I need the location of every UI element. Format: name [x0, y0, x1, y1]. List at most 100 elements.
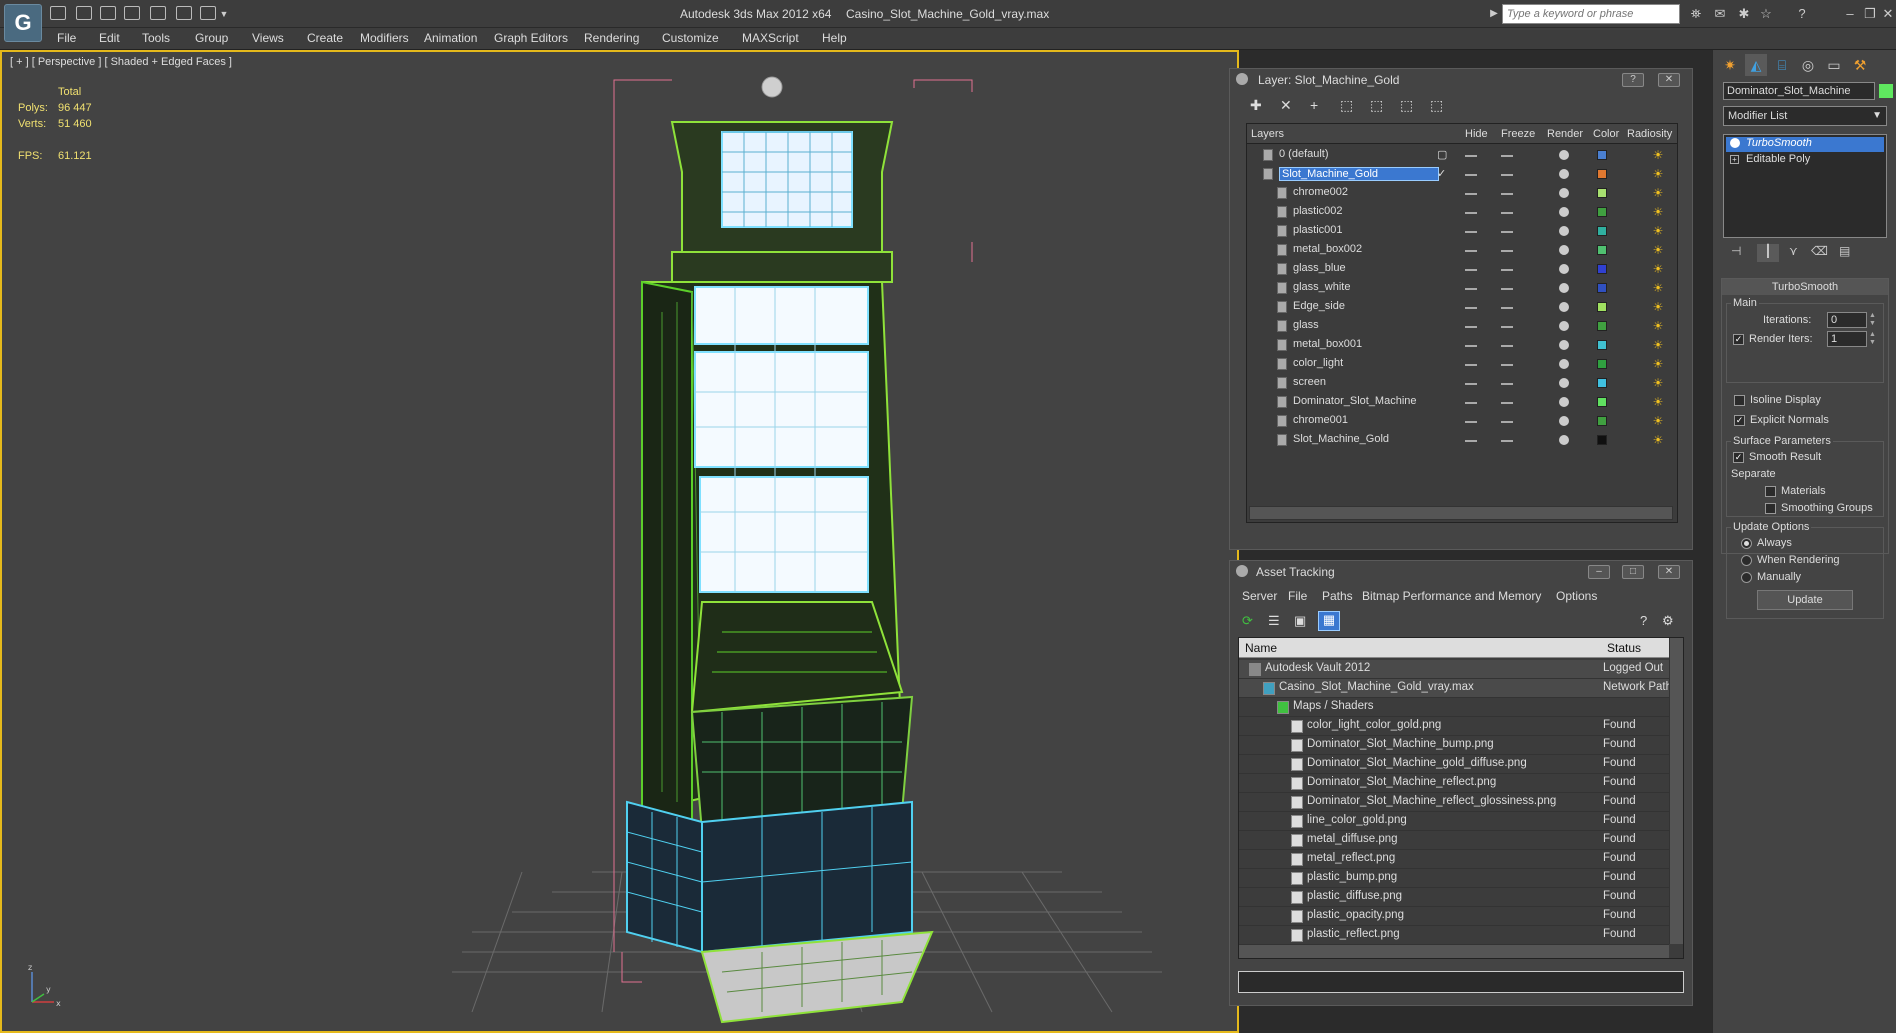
layer-close-icon[interactable]: ✕: [1658, 73, 1680, 87]
table-view-icon[interactable]: ▦: [1318, 611, 1340, 631]
render-teapot-icon[interactable]: [1559, 397, 1569, 407]
freeze-toggle[interactable]: [1501, 326, 1513, 328]
hide-toggle[interactable]: [1465, 307, 1477, 309]
asset-vertical-scrollbar[interactable]: [1669, 638, 1683, 944]
freeze-toggle[interactable]: [1501, 212, 1513, 214]
render-teapot-icon[interactable]: [1559, 378, 1569, 388]
render-teapot-icon[interactable]: [1559, 416, 1569, 426]
layer-color-swatch[interactable]: [1597, 302, 1607, 312]
radiosity-icon[interactable]: ☀: [1651, 338, 1665, 352]
radiosity-icon[interactable]: ☀: [1651, 243, 1665, 257]
layer-row[interactable]: chrome002 ☀: [1247, 184, 1677, 203]
layer-color-swatch[interactable]: [1597, 359, 1607, 369]
undo-icon[interactable]: [150, 6, 166, 20]
hide-toggle[interactable]: [1465, 250, 1477, 252]
layer-row[interactable]: Slot_Machine_Gold ☀ ✓: [1247, 165, 1677, 184]
freeze-toggle[interactable]: [1501, 402, 1513, 404]
favorites-icon[interactable]: ☆: [1758, 6, 1774, 22]
render-teapot-icon[interactable]: [1559, 359, 1569, 369]
minimize-icon[interactable]: –: [1842, 6, 1858, 22]
layer-color-swatch[interactable]: [1597, 188, 1607, 198]
expand-search-icon[interactable]: ▶: [1486, 6, 1502, 22]
asset-menu-paths[interactable]: Paths: [1322, 589, 1353, 603]
asset-row[interactable]: Dominator_Slot_Machine_reflect_glossines…: [1239, 793, 1669, 812]
menu-maxscript[interactable]: MAXScript: [742, 31, 799, 45]
modify-tab-icon[interactable]: ◭: [1745, 54, 1767, 76]
radiosity-icon[interactable]: ☀: [1651, 357, 1665, 371]
manually-radio[interactable]: [1741, 572, 1752, 583]
layer-row[interactable]: plastic001 ☀: [1247, 222, 1677, 241]
freeze-toggle[interactable]: [1501, 231, 1513, 233]
asset-row[interactable]: plastic_opacity.png Found: [1239, 907, 1669, 926]
layer-color-swatch[interactable]: [1597, 207, 1607, 217]
freeze-toggle[interactable]: [1501, 174, 1513, 176]
thumbnail-view-icon[interactable]: ▣: [1294, 613, 1310, 629]
asset-row[interactable]: metal_diffuse.png Found: [1239, 831, 1669, 850]
radiosity-icon[interactable]: ☀: [1651, 148, 1665, 162]
lightbulb-icon[interactable]: [1730, 138, 1740, 148]
asset-menu-server[interactable]: Server: [1242, 589, 1277, 603]
menu-tools[interactable]: Tools: [142, 31, 170, 45]
freeze-toggle[interactable]: [1501, 155, 1513, 157]
asset-panel-title-bar[interactable]: Asset Tracking – □ ✕: [1230, 561, 1692, 583]
new-icon[interactable]: [100, 6, 116, 20]
hide-toggle[interactable]: [1465, 364, 1477, 366]
radiosity-icon[interactable]: ☀: [1651, 414, 1665, 428]
freeze-toggle[interactable]: [1501, 421, 1513, 423]
menu-graph-editors[interactable]: Graph Editors: [494, 31, 568, 45]
render-iters-spinner-arrows[interactable]: ▲ ▼: [1869, 331, 1877, 347]
freeze-toggle[interactable]: [1501, 288, 1513, 290]
utilities-tab-icon[interactable]: ⚒: [1849, 54, 1871, 76]
hide-toggle[interactable]: [1465, 155, 1477, 157]
layer-color-swatch[interactable]: [1597, 435, 1607, 445]
render-teapot-icon[interactable]: [1559, 207, 1569, 217]
freeze-toggle[interactable]: [1501, 383, 1513, 385]
display-tab-icon[interactable]: ▭: [1823, 54, 1845, 76]
menu-file[interactable]: File: [57, 31, 76, 45]
motion-tab-icon[interactable]: ◎: [1797, 54, 1819, 76]
radiosity-icon[interactable]: ☀: [1651, 186, 1665, 200]
binoculars-icon[interactable]: ⛯: [1688, 6, 1704, 22]
refresh-icon[interactable]: ⟳: [1242, 613, 1258, 629]
render-teapot-icon[interactable]: [1559, 226, 1569, 236]
current-layer-check-icon[interactable]: ✓: [1437, 167, 1446, 180]
layer-color-swatch[interactable]: [1597, 321, 1607, 331]
menu-rendering[interactable]: Rendering: [584, 31, 639, 45]
hide-toggle[interactable]: [1465, 174, 1477, 176]
hide-toggle[interactable]: [1465, 212, 1477, 214]
asset-row[interactable]: color_light_color_gold.png Found: [1239, 717, 1669, 736]
asset-row[interactable]: metal_reflect.png Found: [1239, 850, 1669, 869]
render-iters-checkbox[interactable]: ✓: [1733, 334, 1744, 345]
col-radiosity[interactable]: Radiosity: [1627, 128, 1672, 140]
stack-item-editable-poly[interactable]: + Editable Poly: [1726, 153, 1884, 168]
radiosity-icon[interactable]: ☀: [1651, 281, 1665, 295]
render-teapot-icon[interactable]: [1559, 302, 1569, 312]
hide-toggle[interactable]: [1465, 421, 1477, 423]
object-name-field[interactable]: Dominator_Slot_Machine: [1723, 82, 1875, 100]
set-current-layer-icon[interactable]: ⬚: [1400, 97, 1413, 114]
asset-row[interactable]: plastic_diffuse.png Found: [1239, 888, 1669, 907]
radiosity-icon[interactable]: ☀: [1651, 167, 1665, 181]
layer-row[interactable]: metal_box001 ☀: [1247, 336, 1677, 355]
hide-toggle[interactable]: [1465, 231, 1477, 233]
layer-help-icon[interactable]: ?: [1622, 73, 1644, 87]
asset-help-icon[interactable]: ?: [1640, 613, 1647, 628]
freeze-toggle[interactable]: [1501, 440, 1513, 442]
viewport-label[interactable]: [ + ] [ Perspective ] [ Shaded + Edged F…: [10, 56, 232, 68]
asset-menu-options[interactable]: Options: [1556, 589, 1597, 603]
layer-row[interactable]: plastic002 ☀: [1247, 203, 1677, 222]
freeze-toggle[interactable]: [1501, 193, 1513, 195]
radiosity-icon[interactable]: ☀: [1651, 376, 1665, 390]
when-rendering-radio[interactable]: [1741, 555, 1752, 566]
save-icon[interactable]: [76, 6, 92, 20]
col-color[interactable]: Color: [1593, 128, 1619, 140]
layer-color-swatch[interactable]: [1597, 340, 1607, 350]
close-icon[interactable]: ✕: [1880, 6, 1896, 22]
render-teapot-icon[interactable]: [1559, 188, 1569, 198]
layer-color-swatch[interactable]: [1597, 378, 1607, 388]
add-to-layer-icon[interactable]: +: [1310, 97, 1318, 113]
list-view-icon[interactable]: ☰: [1268, 613, 1284, 629]
hierarchy-tab-icon[interactable]: ⌸: [1771, 54, 1793, 76]
show-end-result-icon[interactable]: ┃: [1757, 244, 1779, 262]
select-objects-icon[interactable]: ⬚: [1340, 97, 1353, 114]
